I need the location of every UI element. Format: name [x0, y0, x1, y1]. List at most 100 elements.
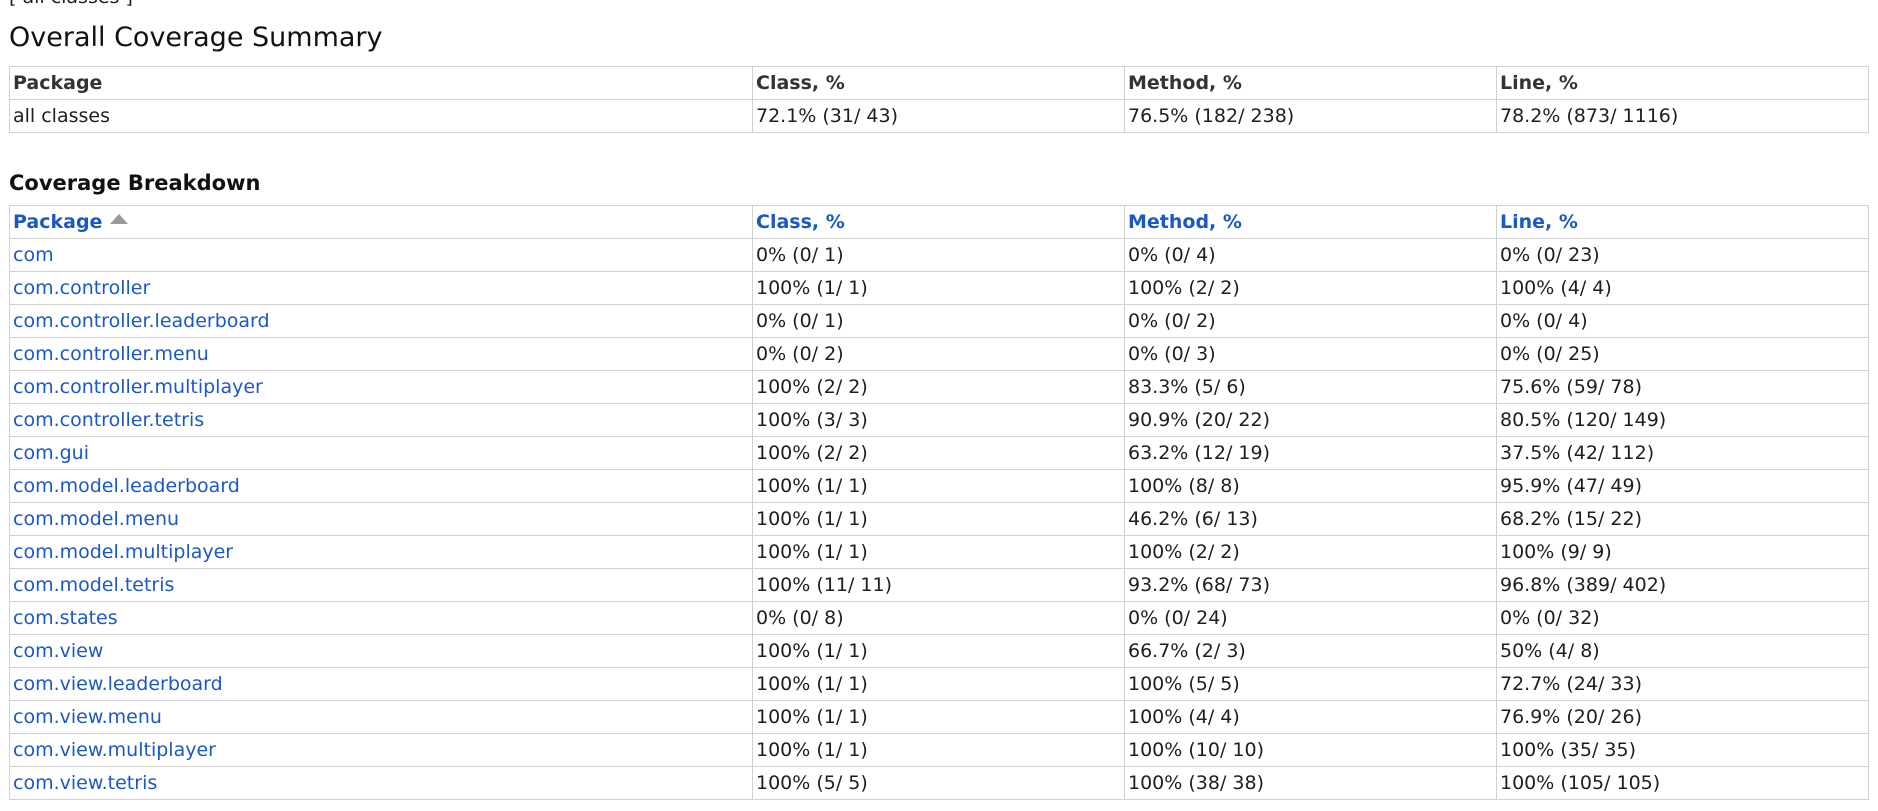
package-link[interactable]: com.controller: [13, 277, 150, 299]
line-coverage-cell: 96.8% (389/ 402): [1496, 568, 1869, 602]
line-coverage-cell: 0% (0/ 25): [1496, 337, 1869, 371]
package-link[interactable]: com.states: [13, 607, 118, 629]
package-link[interactable]: com.view: [13, 640, 103, 662]
line-coverage-cell: 100% (105/ 105): [1496, 766, 1869, 800]
class-coverage-cell: 100% (1/ 1): [752, 667, 1125, 701]
package-cell: com.gui: [9, 436, 753, 470]
package-link[interactable]: com.controller.menu: [13, 343, 209, 365]
class-coverage-cell: 100% (11/ 11): [752, 568, 1125, 602]
class-coverage-cell: 0% (0/ 1): [752, 304, 1125, 338]
table-row: com.view.multiplayer 100% (1/ 1) 100% (10/…: [9, 733, 1869, 767]
table-row: com.view 100% (1/ 1) 66.7% (2/ 3) 50% (4/ 8…: [9, 634, 1869, 668]
line-coverage-cell: 0% (0/ 23): [1496, 238, 1869, 272]
class-coverage-cell: 0% (0/ 1): [752, 238, 1125, 272]
package-link[interactable]: com.controller.tetris: [13, 409, 204, 431]
method-coverage-cell: 100% (8/ 8): [1124, 469, 1497, 503]
method-coverage-cell: 93.2% (68/ 73): [1124, 568, 1497, 602]
package-cell: com.states: [9, 601, 753, 635]
class-coverage-cell: 0% (0/ 8): [752, 601, 1125, 635]
method-coverage-cell: 46.2% (6/ 13): [1124, 502, 1497, 536]
package-cell: com.model.tetris: [9, 568, 753, 602]
summary-row: all classes 72.1% (31/ 43) 76.5% (182/ 2…: [9, 99, 1869, 133]
table-row: com.view.leaderboard 100% (1/ 1) 100% (5/ …: [9, 667, 1869, 701]
breakdown-header-row: Package Class, % Method, % Line, %: [9, 205, 1869, 239]
summary-package-cell: all classes: [9, 99, 753, 133]
method-coverage-cell: 0% (0/ 4): [1124, 238, 1497, 272]
summary-header-method: Method, %: [1124, 66, 1497, 100]
sort-by-method-header[interactable]: Method, %: [1124, 205, 1497, 239]
table-row: com.controller.tetris 100% (3/ 3) 90.9% (2…: [9, 403, 1869, 437]
method-coverage-cell: 100% (10/ 10): [1124, 733, 1497, 767]
class-coverage-cell: 100% (2/ 2): [752, 436, 1125, 470]
class-coverage-cell: 100% (1/ 1): [752, 535, 1125, 569]
package-cell: com.model.leaderboard: [9, 469, 753, 503]
package-cell: com: [9, 238, 753, 272]
line-coverage-cell: 80.5% (120/ 149): [1496, 403, 1869, 437]
package-link[interactable]: com.view.tetris: [13, 772, 157, 794]
class-coverage-cell: 100% (1/ 1): [752, 700, 1125, 734]
package-link[interactable]: com.view.leaderboard: [13, 673, 223, 695]
package-link[interactable]: com: [13, 244, 54, 266]
method-coverage-cell: 0% (0/ 24): [1124, 601, 1497, 635]
package-link[interactable]: com.model.tetris: [13, 574, 174, 596]
method-coverage-cell: 100% (5/ 5): [1124, 667, 1497, 701]
package-link[interactable]: com.view.menu: [13, 706, 162, 728]
summary-header-package: Package: [9, 66, 753, 100]
line-coverage-cell: 95.9% (47/ 49): [1496, 469, 1869, 503]
method-coverage-cell: 100% (2/ 2): [1124, 271, 1497, 305]
package-link[interactable]: com.gui: [13, 442, 89, 464]
summary-header-line: Line, %: [1496, 66, 1869, 100]
table-row: com.model.tetris 100% (11/ 11) 93.2% (68/ …: [9, 568, 1869, 602]
package-link[interactable]: com.controller.multiplayer: [13, 376, 263, 398]
table-row: com.controller 100% (1/ 1) 100% (2/ 2) 100%…: [9, 271, 1869, 305]
all-classes-link[interactable]: [ all classes ]: [9, 0, 133, 8]
line-coverage-cell: 76.9% (20/ 26): [1496, 700, 1869, 734]
summary-method-cell: 76.5% (182/ 238): [1124, 99, 1497, 133]
table-row: com.controller.leaderboard 0% (0/ 1) 0% (0…: [9, 304, 1869, 338]
class-coverage-cell: 100% (1/ 1): [752, 502, 1125, 536]
package-cell: com.view.tetris: [9, 766, 753, 800]
line-coverage-cell: 68.2% (15/ 22): [1496, 502, 1869, 536]
coverage-report-page: [ all classes ] Overall Coverage Summary…: [0, 0, 1878, 811]
method-coverage-cell: 90.9% (20/ 22): [1124, 403, 1497, 437]
package-cell: com.controller.menu: [9, 337, 753, 371]
package-cell: com.controller.multiplayer: [9, 370, 753, 404]
method-coverage-cell: 0% (0/ 2): [1124, 304, 1497, 338]
package-cell: com.model.multiplayer: [9, 535, 753, 569]
package-cell: com.controller.tetris: [9, 403, 753, 437]
package-cell: com.view.menu: [9, 700, 753, 734]
sort-by-class-header[interactable]: Class, %: [752, 205, 1125, 239]
package-link[interactable]: com.model.multiplayer: [13, 541, 233, 563]
method-coverage-cell: 100% (4/ 4): [1124, 700, 1497, 734]
line-coverage-cell: 100% (35/ 35): [1496, 733, 1869, 767]
class-coverage-cell: 100% (5/ 5): [752, 766, 1125, 800]
package-cell: com.view.leaderboard: [9, 667, 753, 701]
package-link[interactable]: com.model.menu: [13, 508, 179, 530]
class-coverage-cell: 100% (1/ 1): [752, 271, 1125, 305]
page-title: Overall Coverage Summary: [9, 22, 383, 53]
header-package-label[interactable]: Package: [13, 211, 102, 233]
method-coverage-cell: 66.7% (2/ 3): [1124, 634, 1497, 668]
package-link[interactable]: com.view.multiplayer: [13, 739, 216, 761]
package-cell: com.model.menu: [9, 502, 753, 536]
class-coverage-cell: 100% (1/ 1): [752, 469, 1125, 503]
sort-by-line-header[interactable]: Line, %: [1496, 205, 1869, 239]
table-row: com.gui 100% (2/ 2) 63.2% (12/ 19) 37.5% (4…: [9, 436, 1869, 470]
table-row: com.model.multiplayer 100% (1/ 1) 100% (2/…: [9, 535, 1869, 569]
line-coverage-cell: 75.6% (59/ 78): [1496, 370, 1869, 404]
table-row: com.controller.menu 0% (0/ 2) 0% (0/ 3) 0% …: [9, 337, 1869, 371]
package-link[interactable]: com.model.leaderboard: [13, 475, 240, 497]
package-cell: com.view.multiplayer: [9, 733, 753, 767]
summary-header-class: Class, %: [752, 66, 1125, 100]
class-coverage-cell: 100% (1/ 1): [752, 733, 1125, 767]
line-coverage-cell: 37.5% (42/ 112): [1496, 436, 1869, 470]
breakdown-body: com 0% (0/ 1) 0% (0/ 4) 0% (0/ 23) com.contr…: [9, 238, 1869, 800]
method-coverage-cell: 83.3% (5/ 6): [1124, 370, 1497, 404]
package-cell: com.controller.leaderboard: [9, 304, 753, 338]
table-row: com.controller.multiplayer 100% (2/ 2) 83.…: [9, 370, 1869, 404]
package-link[interactable]: com.controller.leaderboard: [13, 310, 270, 332]
class-coverage-cell: 100% (1/ 1): [752, 634, 1125, 668]
summary-line-cell: 78.2% (873/ 1116): [1496, 99, 1869, 133]
overall-summary-table: Package Class, % Method, % Line, % all c…: [9, 66, 1869, 133]
sort-by-package-header[interactable]: Package: [9, 205, 753, 239]
